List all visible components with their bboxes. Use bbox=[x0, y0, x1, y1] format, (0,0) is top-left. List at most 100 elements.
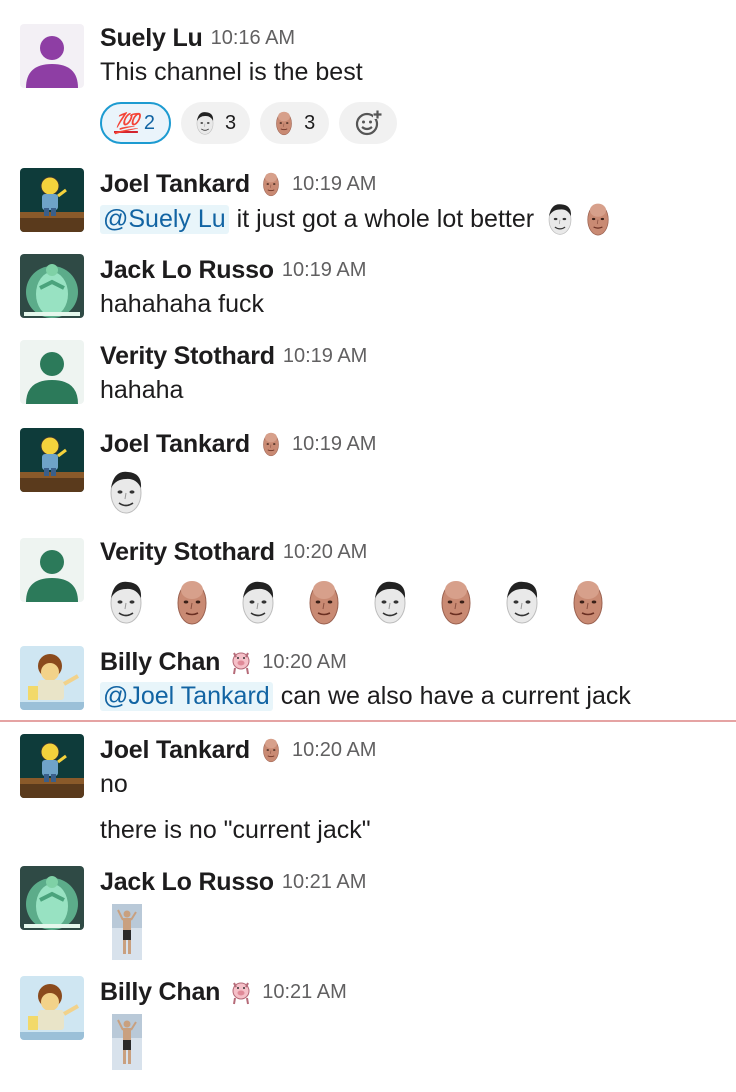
message-text: @Joel Tankard can we also have a current… bbox=[100, 682, 631, 711]
avatar[interactable] bbox=[20, 428, 84, 492]
avatar[interactable] bbox=[20, 734, 84, 798]
message-header: Verity Stothard 10:19 AM bbox=[100, 340, 367, 372]
face-emoji-icon bbox=[193, 109, 217, 137]
avatar-image bbox=[20, 866, 84, 930]
user-icon bbox=[20, 538, 84, 602]
avatar-image bbox=[20, 254, 84, 318]
timestamp[interactable]: 10:19 AM bbox=[292, 173, 377, 196]
sender-name[interactable]: Billy Chan bbox=[100, 648, 220, 677]
avatar[interactable] bbox=[20, 24, 84, 88]
pig-status-icon[interactable] bbox=[230, 648, 252, 676]
message-item: Verity Stothard 10:19 AM hahaha bbox=[0, 340, 736, 412]
timestamp[interactable]: 10:20 AM bbox=[283, 541, 368, 564]
image-attachment-row bbox=[112, 904, 142, 960]
avatar[interactable] bbox=[20, 254, 84, 318]
message-header: Suely Lu 10:16 AM bbox=[100, 22, 295, 54]
sender-name[interactable]: Joel Tankard bbox=[100, 430, 250, 459]
sender-name[interactable]: Suely Lu bbox=[100, 24, 203, 53]
message-text: hahaha bbox=[100, 376, 184, 404]
face-emoji-icon bbox=[502, 576, 542, 628]
pig-status-icon[interactable] bbox=[230, 978, 252, 1006]
message-followup-text: there is no "current jack" bbox=[100, 816, 371, 844]
bald-face-emoji-icon bbox=[436, 576, 476, 628]
avatar[interactable] bbox=[20, 340, 84, 404]
hundred-points-icon: 💯 bbox=[114, 112, 139, 135]
message-item: Suely Lu 10:16 AM This channel is the be… bbox=[0, 22, 736, 152]
sender-name[interactable]: Verity Stothard bbox=[100, 342, 275, 371]
message-item: Joel Tankard 10:19 AM @Suely Lu it just … bbox=[0, 168, 736, 240]
add-reaction-button[interactable] bbox=[339, 102, 398, 144]
message-item: Joel Tankard 10:20 AM no there is no "cu… bbox=[0, 734, 736, 850]
sender-name[interactable]: Joel Tankard bbox=[100, 170, 250, 199]
message-header: Billy Chan 10:20 AM bbox=[100, 646, 347, 678]
avatar-image bbox=[20, 428, 84, 492]
message-text: This channel is the best bbox=[100, 58, 363, 86]
reaction-face-joel[interactable]: 3 bbox=[181, 102, 251, 144]
message-text: no bbox=[100, 770, 128, 798]
message-header: Joel Tankard 10:19 AM bbox=[100, 168, 376, 200]
face-emoji-icon bbox=[106, 466, 146, 518]
avatar[interactable] bbox=[20, 168, 84, 232]
bald-face-emoji-icon bbox=[272, 109, 296, 137]
message-header: Jack Lo Russo 10:21 AM bbox=[100, 866, 366, 898]
message-text: hahahaha fuck bbox=[100, 290, 265, 318]
user-icon bbox=[20, 24, 84, 88]
reaction-count: 2 bbox=[143, 111, 156, 134]
message-body: it just got a whole lot better bbox=[236, 204, 535, 233]
face-emoji-icon bbox=[106, 576, 146, 628]
bald-face-emoji-icon bbox=[172, 576, 212, 628]
message-item: Verity Stothard 10:20 AM bbox=[0, 536, 736, 636]
message-item: Jack Lo Russo 10:19 AM hahahaha fuck bbox=[0, 254, 736, 326]
avatar[interactable] bbox=[20, 646, 84, 710]
user-icon bbox=[20, 340, 84, 404]
message-text: @Suely Lu it just got a whole lot better bbox=[100, 200, 614, 238]
message-header: Verity Stothard 10:20 AM bbox=[100, 536, 367, 568]
timestamp[interactable]: 10:21 AM bbox=[262, 981, 347, 1004]
message-item: Joel Tankard 10:19 AM bbox=[0, 428, 736, 528]
previous-message-clipped bbox=[150, 0, 240, 4]
status-emoji-icon[interactable] bbox=[260, 430, 282, 458]
message-item: Billy Chan 10:20 AM @Joel Tankard can we… bbox=[0, 646, 736, 718]
avatar-image bbox=[20, 976, 84, 1040]
jumbo-emoji-row bbox=[106, 576, 608, 628]
reaction-100[interactable]: 💯 2 bbox=[100, 102, 172, 144]
message-item: Billy Chan 10:21 AM bbox=[0, 976, 736, 1076]
message-header: Joel Tankard 10:19 AM bbox=[100, 428, 376, 460]
timestamp[interactable]: 10:19 AM bbox=[283, 345, 368, 368]
status-emoji-icon[interactable] bbox=[260, 170, 282, 198]
message-header: Billy Chan 10:21 AM bbox=[100, 976, 347, 1008]
sender-name[interactable]: Joel Tankard bbox=[100, 736, 250, 765]
message-header: Joel Tankard 10:20 AM bbox=[100, 734, 376, 766]
message-item: Jack Lo Russo 10:21 AM bbox=[0, 866, 736, 966]
reaction-face-bald[interactable]: 3 bbox=[260, 102, 330, 144]
timestamp[interactable]: 10:21 AM bbox=[282, 871, 367, 894]
status-emoji-icon[interactable] bbox=[260, 736, 282, 764]
timestamp[interactable]: 10:16 AM bbox=[211, 27, 296, 50]
avatar-image bbox=[20, 734, 84, 798]
timestamp[interactable]: 10:20 AM bbox=[262, 651, 347, 674]
face-emoji-icon bbox=[238, 576, 278, 628]
timestamp[interactable]: 10:19 AM bbox=[282, 259, 367, 282]
timestamp[interactable]: 10:19 AM bbox=[292, 433, 377, 456]
bald-face-emoji-icon bbox=[568, 576, 608, 628]
reactions-bar: 💯 2 3 3 bbox=[100, 102, 398, 144]
face-emoji-icon bbox=[544, 200, 576, 238]
reaction-count: 3 bbox=[304, 111, 316, 134]
photo-emoji-icon[interactable] bbox=[112, 904, 142, 960]
image-attachment-row bbox=[112, 1014, 142, 1070]
sender-name[interactable]: Jack Lo Russo bbox=[100, 256, 274, 285]
jumbo-emoji-row bbox=[106, 466, 146, 518]
avatar[interactable] bbox=[20, 538, 84, 602]
user-mention[interactable]: @Suely Lu bbox=[100, 204, 229, 234]
sender-name[interactable]: Verity Stothard bbox=[100, 538, 275, 567]
photo-emoji-icon[interactable] bbox=[112, 1014, 142, 1070]
add-emoji-icon bbox=[356, 110, 383, 136]
sender-name[interactable]: Jack Lo Russo bbox=[100, 868, 274, 897]
sender-name[interactable]: Billy Chan bbox=[100, 978, 220, 1007]
avatar[interactable] bbox=[20, 866, 84, 930]
reaction-count: 3 bbox=[225, 111, 237, 134]
avatar[interactable] bbox=[20, 976, 84, 1040]
message-body: can we also have a current jack bbox=[280, 682, 631, 710]
timestamp[interactable]: 10:20 AM bbox=[292, 739, 377, 762]
user-mention[interactable]: @Joel Tankard bbox=[100, 682, 273, 711]
